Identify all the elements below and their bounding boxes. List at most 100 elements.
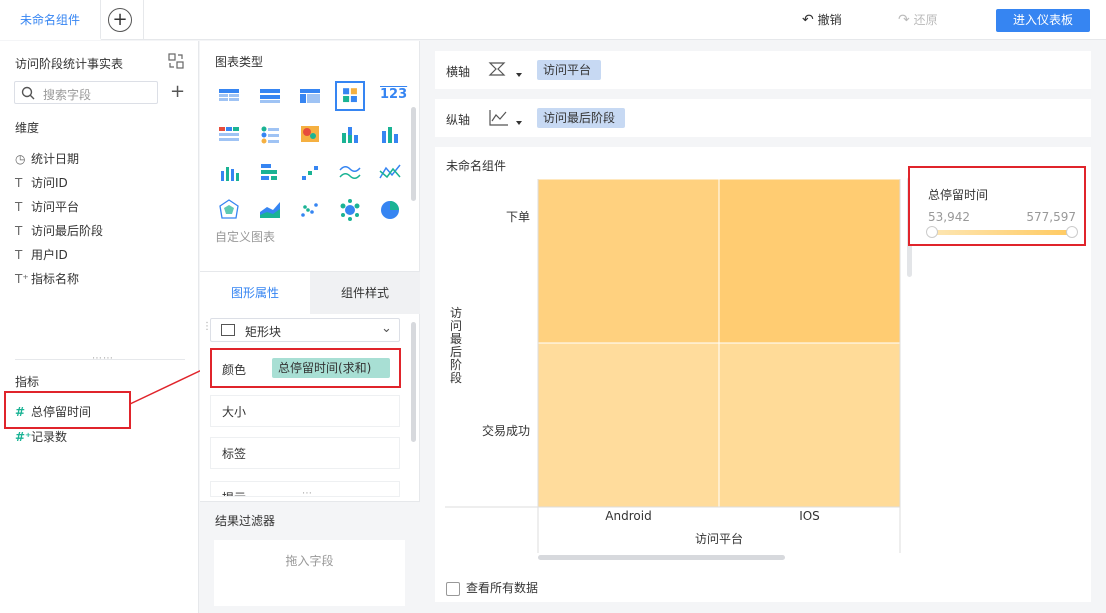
y-axis-shelf[interactable]: 纵轴 访问最后阶段 xyxy=(435,99,1091,137)
indicator-field-record-count[interactable]: #⁺记录数 xyxy=(15,428,67,448)
text-icon: T xyxy=(15,176,23,190)
x-axis-label: 横轴 xyxy=(446,65,471,79)
legend-max-handle[interactable] xyxy=(1066,226,1078,238)
filter-title: 结果过滤器 xyxy=(215,514,276,528)
heatmap-cell[interactable] xyxy=(718,178,901,344)
legend-max-value: 577,597 xyxy=(1026,210,1076,224)
clock-icon: ◷ xyxy=(15,152,26,166)
legend-min-handle[interactable] xyxy=(926,226,938,238)
x-axis-shelf[interactable]: 横轴 访问平台 xyxy=(435,51,1091,89)
bar-chart-icon[interactable] xyxy=(216,159,242,185)
dot-table-icon[interactable] xyxy=(257,121,283,147)
custom-chart-label[interactable]: 自定义图表 xyxy=(215,228,275,245)
enter-dashboard-button[interactable]: 进入仪表板 xyxy=(996,9,1090,32)
area-line-icon[interactable] xyxy=(377,159,403,185)
field-label: 统计日期 xyxy=(31,152,80,166)
search-icon xyxy=(21,86,35,100)
field-panel: 访问阶段统计事实表 搜索字段 + 维度 ◷ 统计日期 T 访问ID T 访问平台 T访… xyxy=(0,41,199,613)
heatmap-cell[interactable] xyxy=(537,342,720,508)
heatmap-block-icon[interactable] xyxy=(335,81,365,111)
text-icon: T xyxy=(15,200,23,214)
field-label: 访问最后阶段 xyxy=(31,224,104,238)
indicator-title: 指标 xyxy=(15,375,40,389)
indicator-field-total-stay[interactable]: # 总停留时间 xyxy=(15,403,91,423)
x-axis-field-pill[interactable]: 访问平台 xyxy=(537,60,602,80)
stacked-bar-icon[interactable] xyxy=(337,121,363,147)
dimension-title: 维度 xyxy=(15,121,40,135)
heatmap-plot: 下单交易成功 Android IOS xyxy=(445,178,901,553)
tab-graph-properties[interactable]: 图形属性 xyxy=(200,272,310,314)
scrollbar[interactable] xyxy=(411,322,416,442)
cross-table-icon[interactable] xyxy=(297,83,323,109)
x-tick-label: IOS xyxy=(799,509,820,523)
heatmap-cell[interactable] xyxy=(537,178,720,344)
table-chart-icon[interactable] xyxy=(216,83,242,109)
scatter-chart-icon[interactable] xyxy=(297,197,323,223)
colored-table-icon[interactable] xyxy=(216,121,242,147)
legend-gradient-bar xyxy=(932,230,1074,235)
property-tabs: 图形属性 组件样式 xyxy=(200,271,420,314)
grouped-table-icon[interactable] xyxy=(257,83,283,109)
redo-label: 还原 xyxy=(913,13,938,27)
field-label: 指标名称 xyxy=(31,272,80,286)
dimension-field-visit-id[interactable]: T 访问ID xyxy=(15,174,68,194)
x-tick-label: Android xyxy=(605,509,651,523)
dimension-field-platform[interactable]: T 访问平台 xyxy=(15,198,79,218)
show-all-label: 查看所有数据 xyxy=(466,581,539,595)
horizontal-bar-icon[interactable] xyxy=(257,159,283,185)
dimension-field-last-stage[interactable]: T 访问最后阶段 xyxy=(15,222,103,242)
horizontal-scrollbar[interactable] xyxy=(538,555,785,560)
heatmap-cell[interactable] xyxy=(718,342,901,508)
bubble-chart-icon[interactable] xyxy=(337,197,363,223)
dot-bar-icon[interactable] xyxy=(297,159,323,185)
color-property-row[interactable]: 颜色 总停留时间(求和) xyxy=(210,348,401,388)
legend-min-value: 53,942 xyxy=(928,210,970,224)
dimension-field-stat-date[interactable]: ◷ 统计日期 xyxy=(15,150,79,170)
tab-component-style[interactable]: 组件样式 xyxy=(310,272,420,314)
y-axis-field-pill[interactable]: 访问最后阶段 xyxy=(537,108,626,128)
area-chart-icon[interactable] xyxy=(257,197,283,223)
scrollbar[interactable] xyxy=(411,107,416,201)
undo-button[interactable]: ↶ 撤销 xyxy=(802,11,842,28)
hash-plus-icon: #⁺ xyxy=(15,430,32,444)
redo-button[interactable]: ↷ 还原 xyxy=(898,11,938,28)
radar-chart-icon[interactable] xyxy=(216,197,242,223)
y-tick-label: 交易成功 xyxy=(482,423,530,438)
show-all-data-checkbox[interactable]: 查看所有数据 xyxy=(446,579,538,596)
top-bar: 未命名组件 + ↶ 撤销 ↷ 还原 进入仪表板 xyxy=(0,0,1106,40)
field-label: 记录数 xyxy=(31,430,68,444)
x-axis-title: 访问平台 xyxy=(695,532,744,546)
dimension-field-indicator-name[interactable]: T⁺ 指标名称 xyxy=(15,270,79,290)
filter-drop-zone[interactable]: 拖入字段 xyxy=(214,540,405,606)
size-property-row[interactable]: 大小 xyxy=(210,395,400,427)
add-tab-button[interactable]: + xyxy=(108,8,132,32)
redo-icon: ↷ xyxy=(898,12,910,28)
kpi-number-icon[interactable]: 123 xyxy=(380,87,407,102)
text-icon: T xyxy=(15,248,23,262)
mark-type-select[interactable]: 矩形块 ⌄ xyxy=(210,318,400,342)
rect-block-icon xyxy=(221,324,235,336)
dimension-field-user-id[interactable]: T 用户ID xyxy=(15,246,68,266)
search-field[interactable]: 搜索字段 xyxy=(14,81,158,104)
undo-icon: ↶ xyxy=(802,12,814,28)
line-chart-icon[interactable] xyxy=(337,159,363,185)
add-field-icon[interactable]: + xyxy=(170,81,185,102)
tab-unnamed-component[interactable]: 未命名组件 xyxy=(0,0,101,40)
mark-type-value: 矩形块 xyxy=(245,325,282,339)
chart-config-panel: 图表类型 123 自定义图表 ⋯ 图形属性 组件样式 ⋮ 矩形块 ⌄ 颜色 总停… xyxy=(200,41,420,613)
switch-dataset-icon[interactable] xyxy=(168,53,184,69)
color-field-pill[interactable]: 总停留时间(求和) xyxy=(272,358,390,378)
x-axis-type-icon[interactable] xyxy=(488,60,524,80)
search-placeholder: 搜索字段 xyxy=(43,88,92,102)
field-label: 用户ID xyxy=(31,248,68,262)
pie-chart-icon[interactable] xyxy=(377,197,403,223)
checkbox-icon[interactable] xyxy=(446,581,460,596)
label-property-row[interactable]: 标签 xyxy=(210,437,400,469)
text-icon: T xyxy=(15,224,23,238)
grouped-bar-icon[interactable] xyxy=(377,121,403,147)
field-label: 访问平台 xyxy=(31,200,80,214)
y-axis-type-icon[interactable] xyxy=(488,108,524,128)
heatmap-icon[interactable] xyxy=(297,121,323,147)
resize-handle[interactable]: ⋯ xyxy=(302,488,313,499)
result-filter-area: ⋯ 结果过滤器 拖入字段 xyxy=(200,488,420,613)
